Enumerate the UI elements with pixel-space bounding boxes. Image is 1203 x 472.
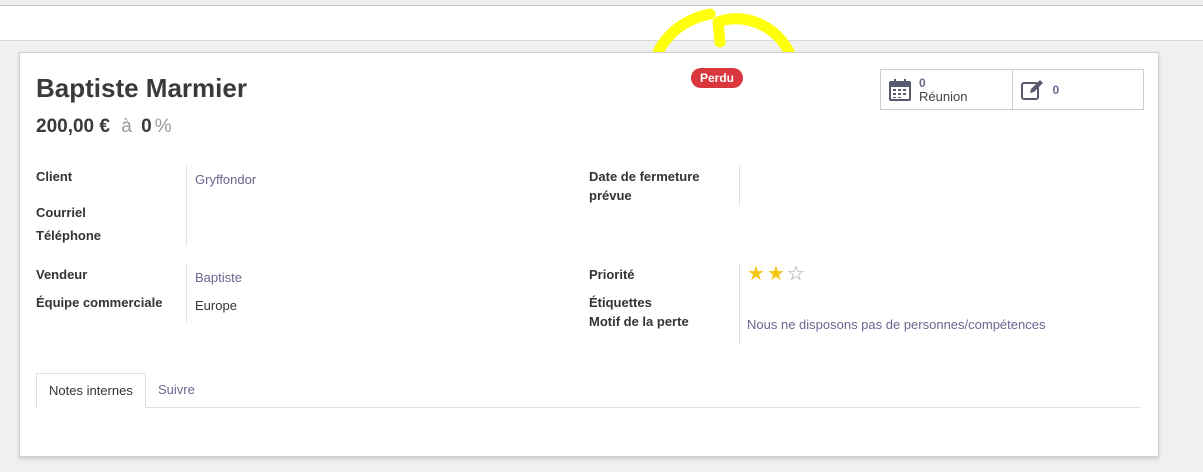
expected-revenue: 200,00 € à 0% xyxy=(36,116,172,138)
notebook-tabs: Notes internes Suivre xyxy=(36,373,1141,408)
meetings-count: 0 xyxy=(919,75,926,90)
tags-label: Étiquettes xyxy=(589,295,652,310)
salesperson-value[interactable]: Baptiste xyxy=(195,270,242,285)
meetings-text: 0 Réunion xyxy=(919,76,967,104)
at-word: à xyxy=(121,116,132,137)
priority-label: Priorité xyxy=(589,267,635,282)
calendar-icon xyxy=(889,78,911,101)
star-filled-icon[interactable]: ★ xyxy=(767,263,787,285)
divider xyxy=(186,264,187,322)
divider xyxy=(739,264,740,344)
status-badge: Perdu xyxy=(691,68,743,88)
sales-team-label: Équipe commerciale xyxy=(36,295,163,310)
phone-label: Téléphone xyxy=(36,228,102,243)
probability-value[interactable]: 0 xyxy=(141,116,152,137)
revenue-amount[interactable]: 200,00 € xyxy=(36,116,110,137)
salesperson-label: Vendeur xyxy=(36,267,88,282)
close-date-label-line-2: prévue xyxy=(589,188,632,203)
notes-button[interactable]: 0 xyxy=(1011,70,1144,109)
divider xyxy=(739,166,740,206)
sales-team-value[interactable]: Europe xyxy=(195,298,237,313)
close-date-label: Date de fermeture prévue xyxy=(589,167,700,205)
email-label: Courriel xyxy=(36,205,86,220)
close-date-label-line-1: Date de fermeture xyxy=(589,169,700,184)
divider xyxy=(186,166,187,246)
smart-buttons: 0 Réunion 0 xyxy=(880,69,1144,110)
percent-sign: % xyxy=(154,116,172,137)
lost-reason-label: Motif de la perte xyxy=(589,314,689,329)
top-bar xyxy=(0,5,1203,41)
client-label: Client xyxy=(36,169,73,184)
meetings-button[interactable]: 0 Réunion xyxy=(881,70,1012,109)
star-empty-icon[interactable]: ☆ xyxy=(787,263,807,285)
tab-follow[interactable]: Suivre xyxy=(146,373,207,407)
priority-stars: ★★☆ xyxy=(747,264,807,284)
opportunity-name[interactable]: Baptiste Marmier xyxy=(36,73,247,104)
form-sheet: Baptiste Marmier 200,00 € à 0% Perdu 0 R… xyxy=(19,52,1159,457)
notes-count: 0 xyxy=(1052,82,1060,97)
lost-reason-value[interactable]: Nous ne disposons pas de personnes/compé… xyxy=(747,317,1045,332)
edit-icon xyxy=(1020,79,1043,100)
tab-internal-notes[interactable]: Notes internes xyxy=(36,373,146,408)
client-value[interactable]: Gryffondor xyxy=(195,172,256,187)
star-filled-icon[interactable]: ★ xyxy=(747,263,767,285)
meetings-label: Réunion xyxy=(919,88,968,104)
